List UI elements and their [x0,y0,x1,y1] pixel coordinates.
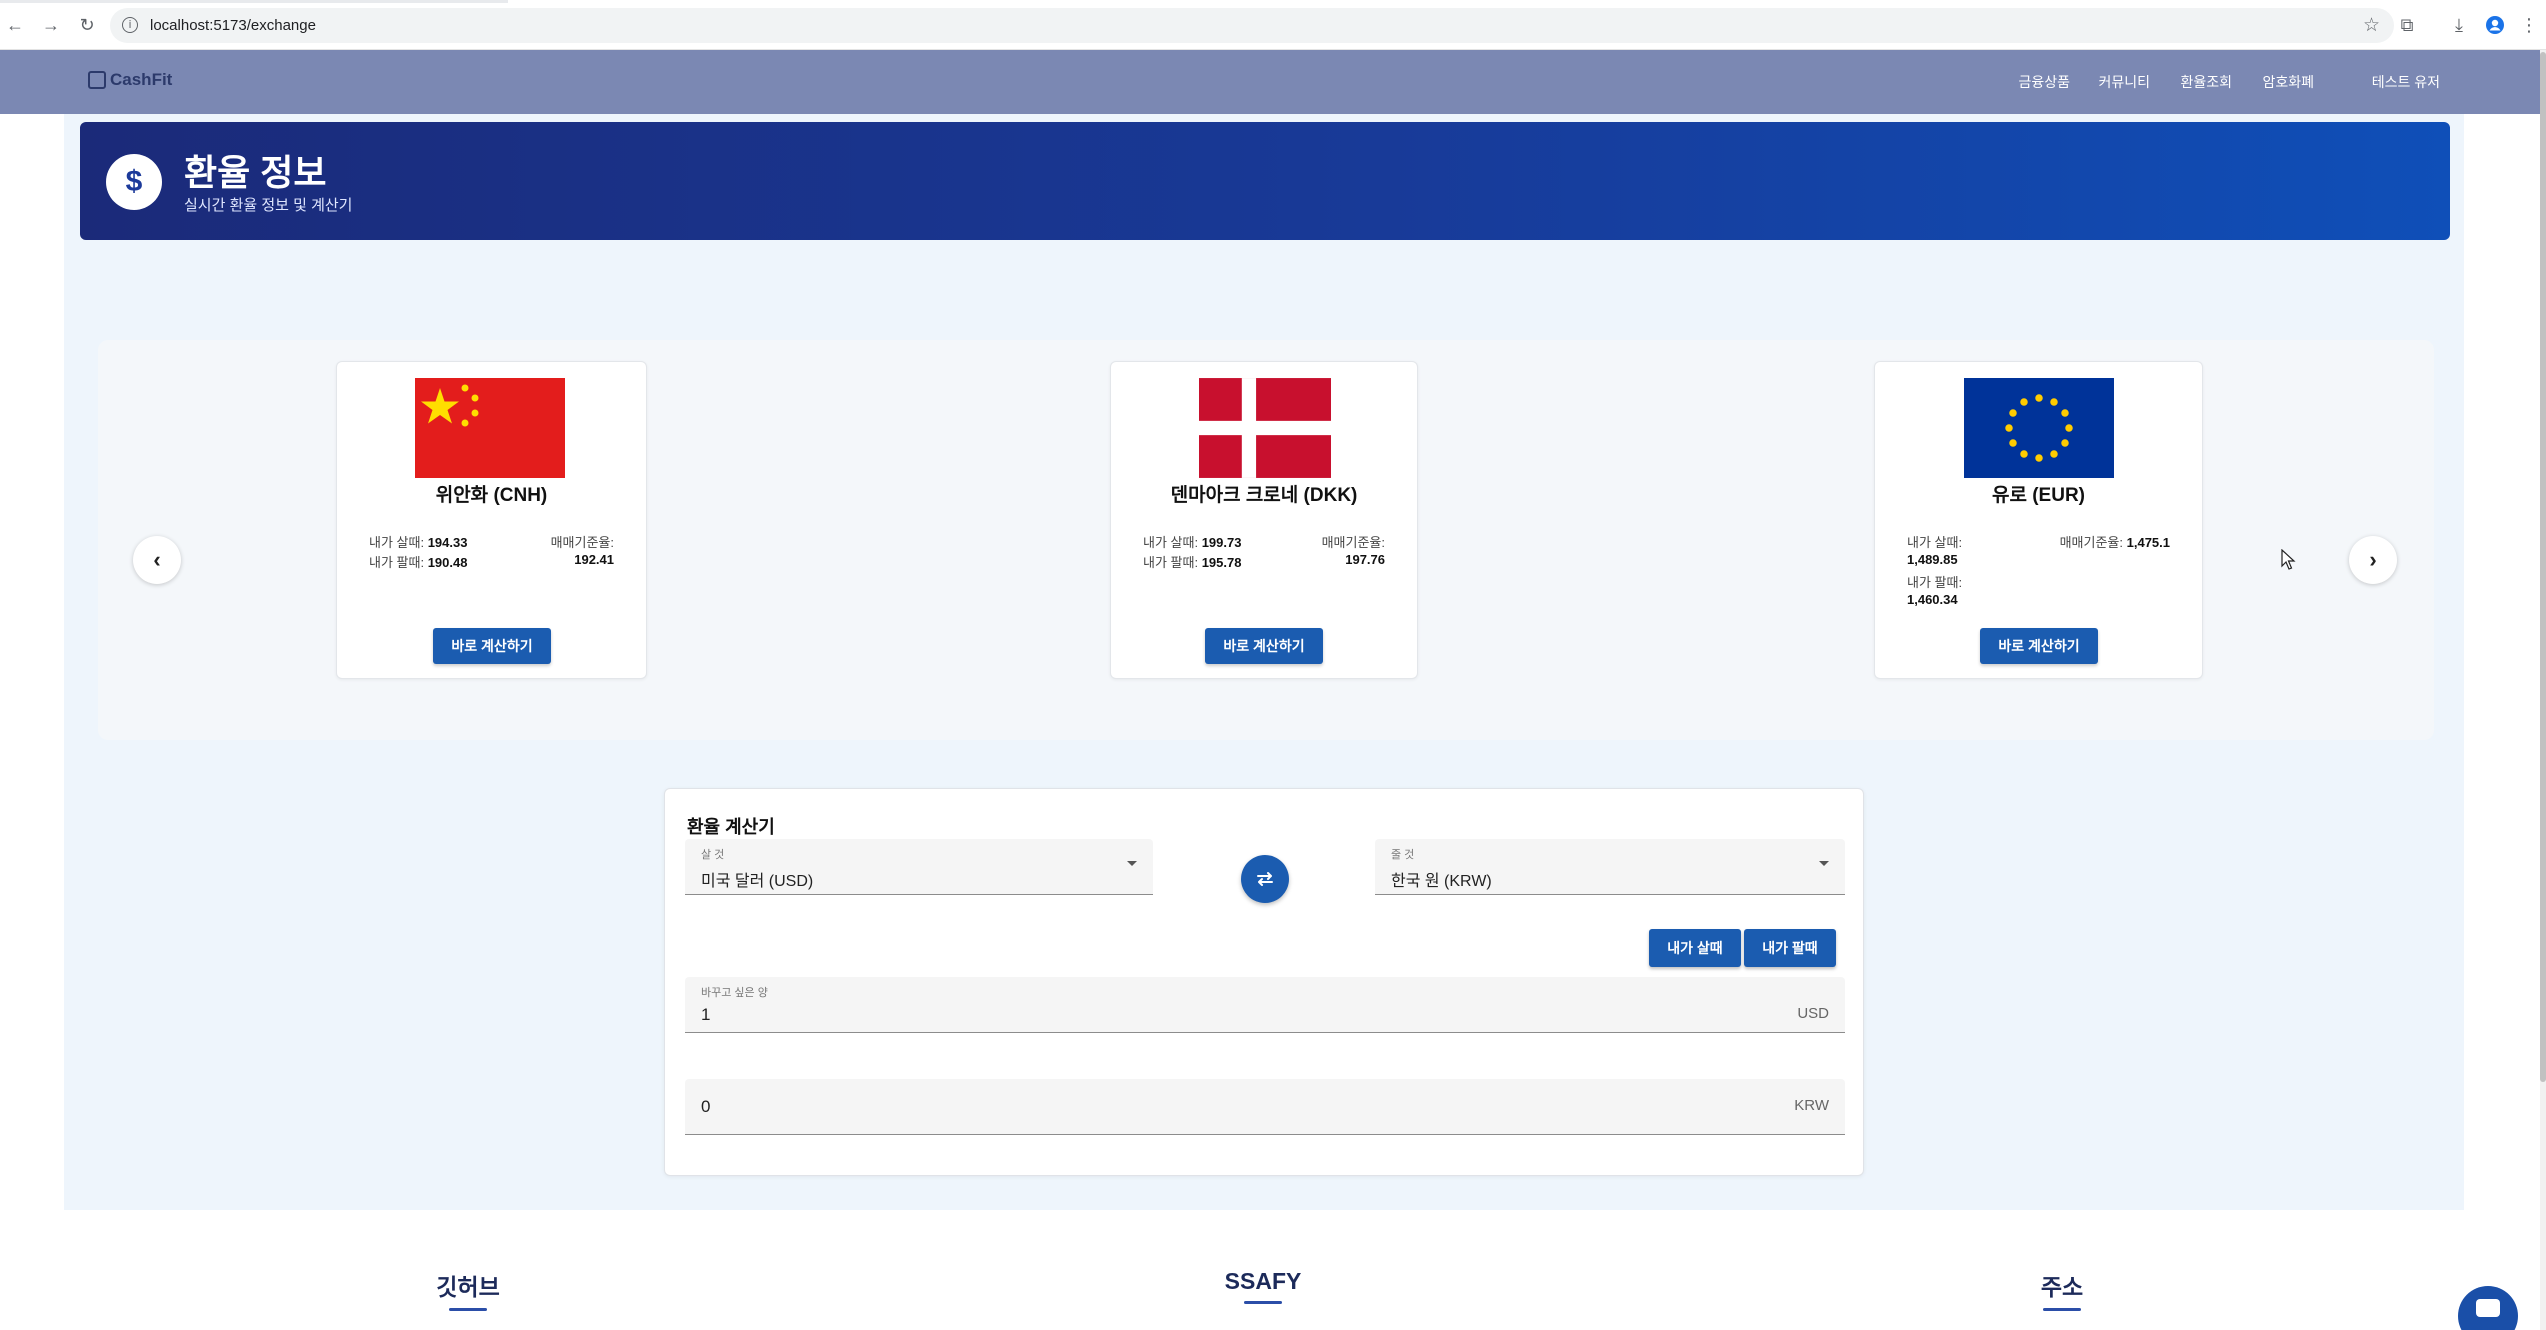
nav-item-crypto[interactable]: 암호화폐 [2262,72,2314,92]
amount-unit: USD [1797,1005,1829,1022]
chat-button[interactable] [2458,1286,2518,1330]
url-text: localhost:5173/exchange [150,17,316,34]
nav-item-exchange[interactable]: 환율조회 [2180,72,2232,92]
address-bar[interactable]: i localhost:5173/exchange ☆ [110,8,2394,43]
carousel-next-button[interactable]: › [2349,536,2397,584]
back-icon[interactable]: ← [2,12,28,38]
base-rate: 매매기준율: 1,475.1 [2059,535,2170,550]
select-label: 살 것 [701,849,725,861]
base-rate-value: 192.41 [574,552,614,567]
base-rate-label: 매매기준율: [1321,535,1385,550]
amount-label: 바꾸고 싶은 양 [701,987,768,999]
currency-name: 위안화 (CNH) [435,485,548,506]
denmark-flag-icon [1199,378,1331,478]
base-rate-label: 매매기준율: [550,535,614,550]
sell-rate: 내가 팔때: 195.78 [1143,555,1242,570]
china-flag-icon [415,378,565,478]
page-subtitle: 실시간 환율 정보 및 계산기 [184,197,353,214]
profile-icon[interactable] [2482,12,2508,38]
sell-mode-button[interactable]: 내가 팔때 [1744,929,1836,967]
buy-rate: 내가 살때: 199.73 [1143,535,1242,550]
dropdown-arrow-icon [1819,861,1829,866]
currency-name: 덴마아크 크로네 (DKK) [1170,485,1358,506]
dropdown-arrow-icon [1127,861,1137,866]
calculate-now-button[interactable]: 바로 계산하기 [1980,628,2098,664]
eu-flag-icon [1964,378,2114,478]
carousel-prev-button[interactable]: ‹ [133,536,181,584]
tab-strip-edge [0,0,508,3]
nav-item-products[interactable]: 금융상품 [2018,72,2070,92]
nav-item-user[interactable]: 테스트 유저 [2372,72,2440,92]
buy-currency-select[interactable]: 살 것 미국 달러 (USD) [685,839,1153,895]
chat-icon [2476,1299,2500,1317]
currency-card-cnh: 위안화 (CNH) 내가 살때: 194.33 내가 팔때: 190.48 매매… [336,361,647,679]
footer-underline [449,1308,487,1311]
footer-underline [2043,1308,2081,1311]
reload-icon[interactable]: ↻ [74,12,100,38]
footer-ssafy: SSAFY [1213,1268,1313,1304]
app-header: CashFit 금융상품 커뮤니티 환율조회 암호화폐 테스트 유저 [0,50,2540,114]
amount-value: 1 [701,1005,711,1024]
buy-rate-label: 내가 살때: [1907,535,1963,550]
page-title: 환율 정보 [184,152,327,193]
mouse-cursor-icon [2281,548,2297,576]
calculator-title: 환율 계산기 [687,817,775,837]
site-info-icon[interactable]: i [122,17,138,33]
swap-currency-button[interactable] [1241,855,1289,903]
footer-github: 깃허브 [418,1268,518,1311]
currency-card-eur: 유로 (EUR) 내가 살때: 1,489.85 내가 팔때: 1,460.34… [1874,361,2203,679]
extensions-icon[interactable]: ⧉ [2394,12,2420,38]
select-value: 한국 원 (KRW) [1391,873,1492,890]
sell-rate-label: 내가 팔때: [1907,575,1963,590]
footer-title: 주소 [2040,1274,2084,1300]
currency-card-dkk: 덴마아크 크로네 (DKK) 내가 살때: 199.73 내가 팔때: 195.… [1110,361,1418,679]
buy-mode-button[interactable]: 내가 살때 [1649,929,1741,967]
footer-title: SSAFY [1224,1268,1302,1294]
dollar-icon: $ [106,154,162,210]
hero-banner: $ 환율 정보 실시간 환율 정보 및 계산기 [80,122,2450,240]
calculate-now-button[interactable]: 바로 계산하기 [433,628,551,664]
sell-rate-value: 1,460.34 [1907,592,1958,607]
select-value: 미국 달러 (USD) [701,873,814,890]
footer-underline [1244,1301,1282,1304]
footer-address: 주소 [2012,1268,2112,1311]
scrollbar-thumb[interactable] [2540,52,2546,1082]
select-label: 줄 것 [1391,849,1415,861]
browser-toolbar: ← → ↻ i localhost:5173/exchange ☆ ⧉ ⤓ ⋮ [0,0,2546,50]
bookmark-star-icon[interactable]: ☆ [2363,14,2380,37]
logo-text: CashFit [110,70,173,89]
sell-rate: 내가 팔때: 190.48 [369,555,468,570]
logo-icon [88,71,106,89]
logo[interactable]: CashFit [88,70,172,90]
result-value: 0 [701,1097,711,1116]
swap-icon [1257,872,1273,886]
pay-currency-select[interactable]: 줄 것 한국 원 (KRW) [1375,839,1845,895]
menu-dots-icon[interactable]: ⋮ [2516,12,2542,38]
exchange-calculator: 환율 계산기 살 것 미국 달러 (USD) 줄 것 한국 원 (KRW) 내가… [664,788,1864,1176]
footer-title: 깃허브 [436,1274,500,1300]
buy-rate: 내가 살때: 194.33 [369,535,468,550]
download-icon[interactable]: ⤓ [2446,12,2472,38]
result-unit: KRW [1794,1097,1829,1114]
base-rate-value: 197.76 [1345,552,1385,567]
amount-input[interactable]: 바꾸고 싶은 양 1 USD [685,977,1845,1033]
buy-rate-value: 1,489.85 [1907,552,1958,567]
result-output[interactable]: 0 KRW [685,1079,1845,1135]
forward-icon[interactable]: → [38,12,64,38]
currency-name: 유로 (EUR) [1991,485,2085,506]
nav-item-community[interactable]: 커뮤니티 [2098,72,2150,92]
calculate-now-button[interactable]: 바로 계산하기 [1205,628,1323,664]
